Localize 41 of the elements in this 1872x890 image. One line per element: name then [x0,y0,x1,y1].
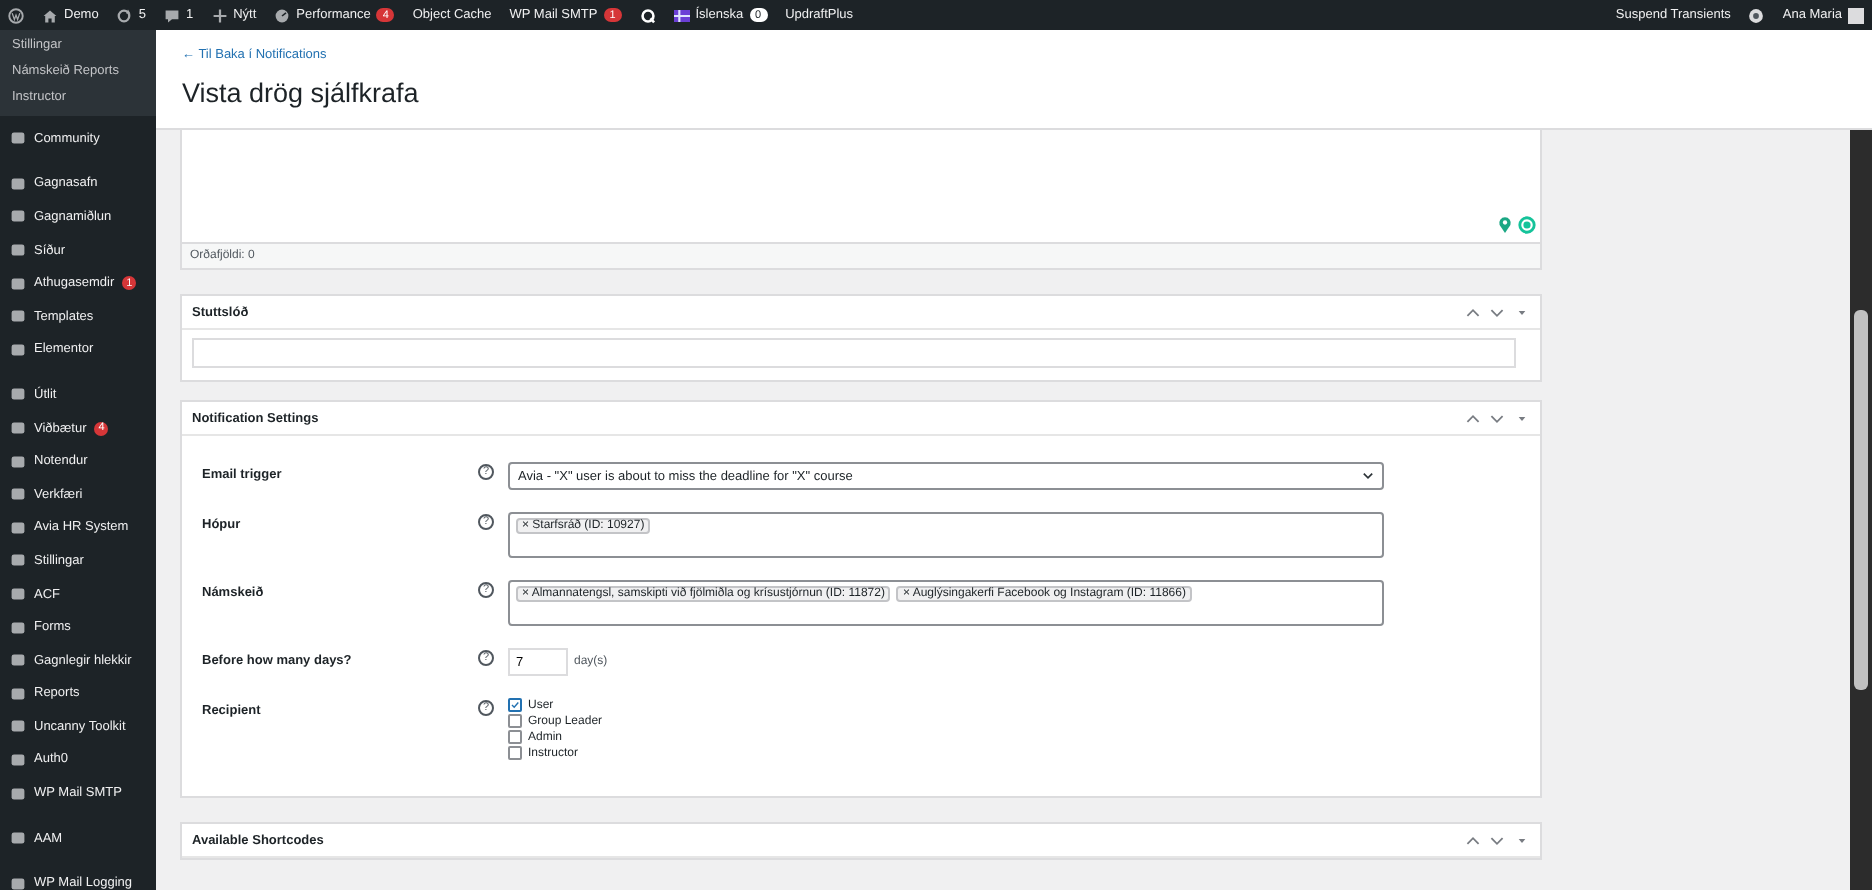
menu-icon [10,130,26,147]
menu-icon [10,830,26,847]
flag-icon [673,7,690,23]
checkbox[interactable] [508,714,522,728]
move-down-button[interactable] [1488,304,1506,320]
checkbox[interactable] [508,730,522,744]
chevron-down-icon [1362,472,1374,480]
move-up-button[interactable] [1464,410,1482,426]
toolbar-item[interactable] [8,7,24,23]
chevron-up-icon [1466,307,1480,317]
chevron-down-icon [1490,835,1504,845]
refresh-icon [116,7,133,23]
checkmark-icon [510,700,520,710]
triangle-icon [1517,837,1525,843]
toolbar-item[interactable] [1748,7,1765,23]
checkbox[interactable] [508,746,522,760]
logo-icon [8,7,24,23]
page-title: Vista drög sjálfkrafa [182,78,421,108]
triangle-icon [1517,309,1525,315]
plus-icon [211,7,228,23]
comment-icon [163,7,180,23]
pin-icon [1496,216,1514,234]
scrollbar[interactable] [1850,130,1872,890]
triangle-icon [1517,415,1525,421]
slug-field[interactable] [192,338,1516,368]
q-logo-icon [639,7,656,23]
move-down-button[interactable] [1488,410,1506,426]
menu-icon [10,875,26,890]
chevron-up-icon [1466,835,1480,845]
chevron-down-icon [1490,413,1504,423]
home-icon [42,7,58,23]
chevron-down-icon [1490,307,1504,317]
avatar-icon [1848,7,1864,23]
status-icon [1748,7,1765,23]
move-down-button[interactable] [1488,832,1506,848]
grammar-assistant-icon[interactable] [1518,216,1536,234]
move-up-button[interactable] [1464,304,1482,320]
move-up-button[interactable] [1464,832,1482,848]
checkbox[interactable] [508,698,522,712]
chevron-up-icon [1466,413,1480,423]
gauge-icon [274,7,291,23]
